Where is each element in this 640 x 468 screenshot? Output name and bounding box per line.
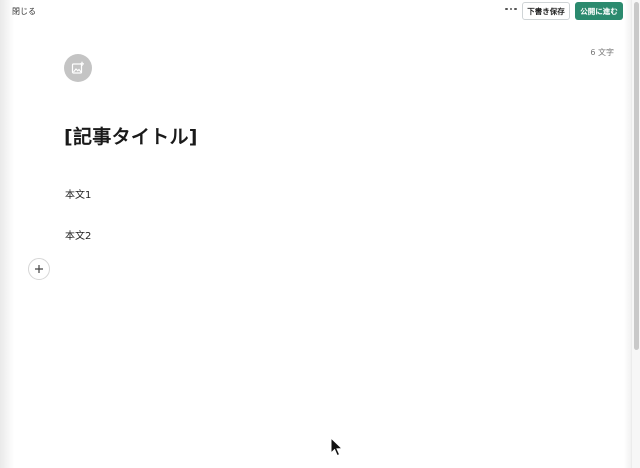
close-button[interactable]: 閉じる <box>12 6 36 17</box>
scrollbar-thumb[interactable] <box>634 2 639 350</box>
mouse-cursor-icon <box>330 436 344 461</box>
body-paragraph[interactable]: 本文2 <box>65 227 91 242</box>
add-block-button[interactable] <box>28 258 50 280</box>
character-count: 6 文字 <box>590 48 614 57</box>
article-title[interactable]: [記事タイトル] <box>64 122 198 149</box>
save-draft-button[interactable]: 下書き保存 <box>522 2 570 20</box>
editor-page: 閉じる 下書き保存 公開に進む 6 文字 [記事タイトル] 本文1 本文2 <box>0 0 640 468</box>
add-image-icon[interactable] <box>64 54 92 82</box>
publish-button[interactable]: 公開に進む <box>575 2 623 20</box>
window-shadow-left <box>0 0 14 468</box>
plus-icon <box>35 265 43 273</box>
more-options-icon[interactable] <box>502 2 520 16</box>
scrollbar[interactable] <box>631 0 640 468</box>
body-paragraph[interactable]: 本文1 <box>65 186 91 201</box>
